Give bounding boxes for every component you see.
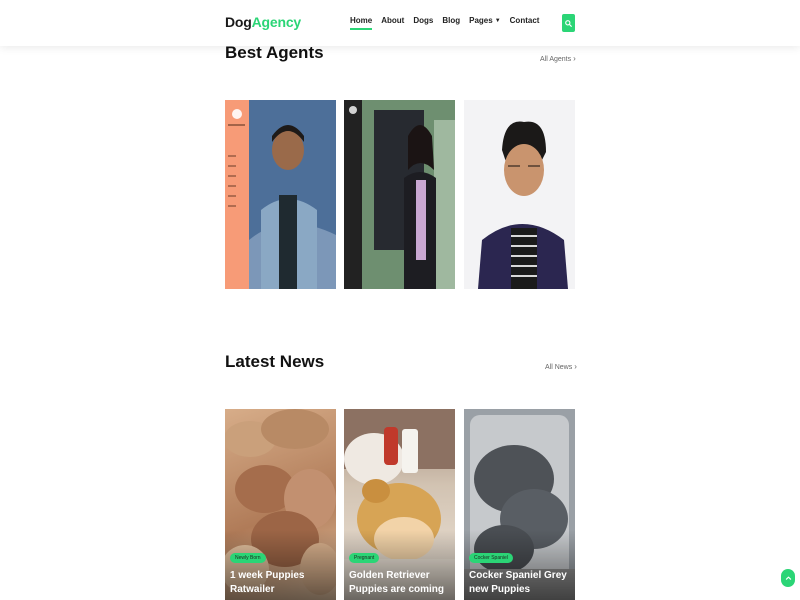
agent-card[interactable] [464,100,575,289]
agent-photo [344,100,455,289]
news-tag[interactable]: Cocker Spaniel [469,553,513,563]
agent-card[interactable] [225,100,336,289]
main-nav: Home About Dogs Blog Pages ▼ Contact [350,16,540,30]
nav-home[interactable]: Home [350,16,373,30]
site-logo[interactable]: DogAgency [225,14,301,30]
news-section-title: Latest News [225,352,325,371]
nav-pages[interactable]: Pages ▼ [469,16,501,25]
news-card[interactable]: Cocker Spaniel Cocker Spaniel Grey new P… [464,409,575,600]
all-news-label: All News [545,364,573,371]
nav-contact[interactable]: Contact [510,16,540,25]
search-icon [565,19,572,27]
news-tag[interactable]: Newly Born [230,553,266,563]
site-header: DogAgency Home About Dogs Blog Pages ▼ Co… [0,0,800,46]
news-tag[interactable]: Pregnant [349,553,380,563]
agent-photo [464,100,575,289]
chevron-right-icon: › [574,362,577,371]
all-news-link[interactable]: All News › [545,362,577,371]
news-title[interactable]: Golden Retriever Puppies are coming [349,569,453,597]
all-agents-label: All Agents [540,56,572,63]
news-title[interactable]: Cocker Spaniel Grey new Puppies [469,569,573,597]
nav-pages-label: Pages [469,16,493,25]
search-button[interactable] [562,14,575,32]
chevron-right-icon: › [573,54,576,63]
news-title[interactable]: 1 week Puppies Ratwailer [230,569,334,597]
news-card[interactable]: Pregnant Golden Retriever Puppies are co… [344,409,455,600]
logo-part-2: Agency [251,14,302,30]
chevron-up-icon [785,576,791,580]
news-card[interactable]: Newly Born 1 week Puppies Ratwailer [225,409,336,600]
agent-card[interactable] [344,100,455,289]
caret-down-icon: ▼ [494,18,501,24]
nav-about[interactable]: About [381,16,404,25]
back-to-top-button[interactable] [781,569,795,587]
nav-dogs[interactable]: Dogs [413,16,433,25]
agents-section-title: Best Agents [225,43,324,62]
logo-part-1: Dog [225,14,252,30]
agent-photo [225,100,336,289]
all-agents-link[interactable]: All Agents › [540,54,576,63]
nav-blog[interactable]: Blog [442,16,460,25]
